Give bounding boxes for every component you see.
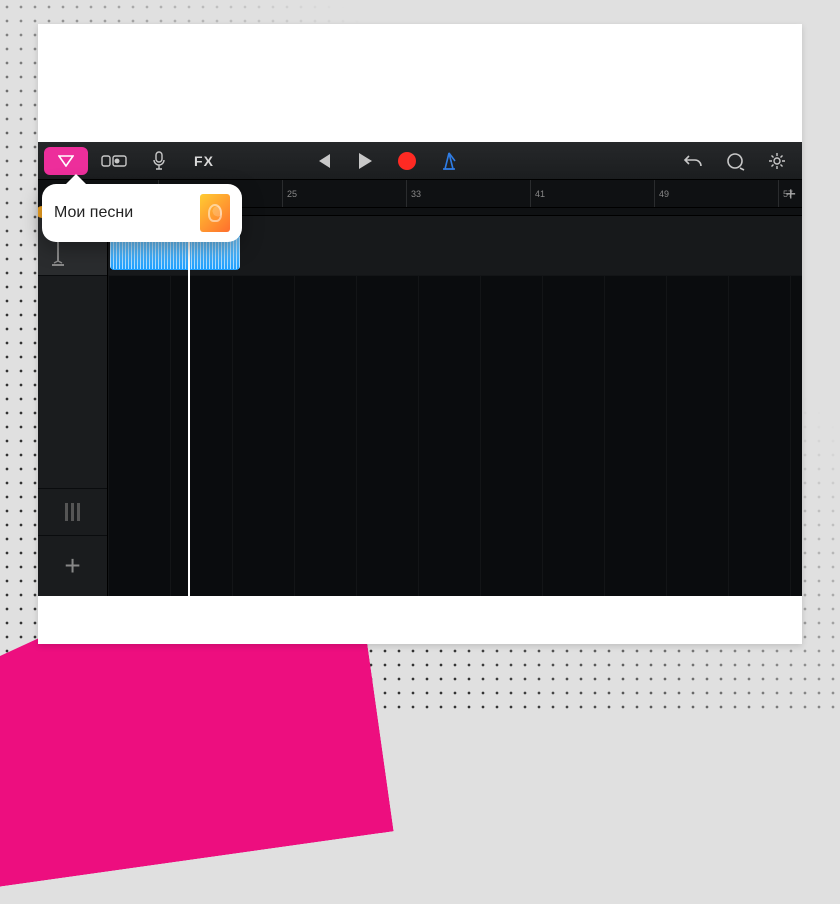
ruler-tick: 41	[530, 180, 545, 207]
metronome-icon	[440, 151, 458, 171]
fx-label: FX	[194, 153, 214, 169]
fx-button[interactable]: FX	[182, 147, 226, 175]
ruler-tick: 33	[406, 180, 421, 207]
arrange-area[interactable]: Get In Th...-Ding) 2	[108, 216, 802, 596]
undo-button[interactable]	[674, 147, 712, 175]
microphone-icon	[152, 151, 166, 171]
loop-icon	[725, 151, 745, 171]
playhead[interactable]	[188, 216, 190, 596]
record-icon	[398, 152, 416, 170]
play-button[interactable]	[346, 147, 384, 175]
settings-button[interactable]	[758, 147, 796, 175]
plus-icon: +	[64, 550, 80, 582]
go-to-start-button[interactable]	[304, 147, 342, 175]
main-toolbar: FX	[38, 142, 802, 180]
my-songs-menu-button[interactable]	[44, 147, 88, 175]
grid-slider-icon	[101, 153, 127, 169]
add-track-button[interactable]: +	[38, 536, 107, 596]
view-switch-button[interactable]	[92, 147, 136, 175]
popover-label: Мои песни	[54, 204, 133, 222]
record-button[interactable]	[388, 147, 426, 175]
automation-toggle[interactable]	[38, 488, 107, 536]
play-icon	[357, 152, 373, 170]
undo-icon	[683, 153, 703, 169]
ruler-tick: 25	[282, 180, 297, 207]
loop-browser-button[interactable]	[716, 147, 754, 175]
add-section-button[interactable]: +	[785, 184, 796, 205]
my-songs-popover[interactable]: Мои песни	[42, 184, 242, 242]
track-headers: +	[38, 216, 108, 596]
mic-button[interactable]	[140, 147, 178, 175]
multitrack-toggle-icon	[65, 503, 80, 521]
skip-back-icon	[314, 153, 332, 169]
ruler-tick: 49	[654, 180, 669, 207]
garageband-file-icon	[200, 194, 230, 232]
gear-icon	[767, 151, 787, 171]
metronome-button[interactable]	[430, 147, 468, 175]
triangle-down-icon	[58, 155, 74, 167]
